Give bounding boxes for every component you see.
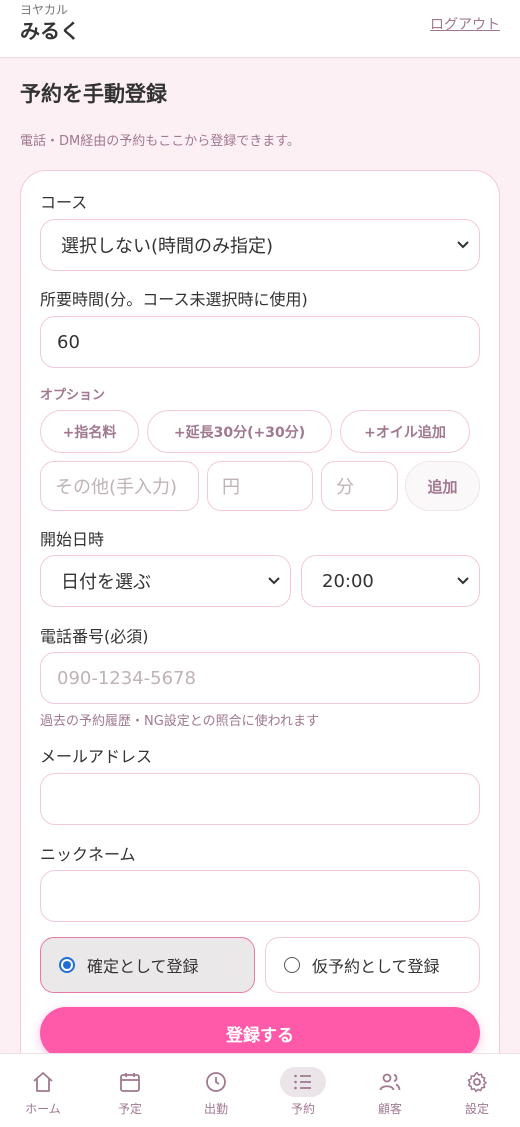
option-chip-extension[interactable]: +延長30分(+30分)	[147, 410, 332, 453]
nav-schedule-label: 予定	[117, 1102, 142, 1116]
duration-input[interactable]: 60	[40, 316, 480, 368]
calendar-icon	[120, 1073, 140, 1092]
chevron-down-icon	[268, 577, 280, 585]
time-select[interactable]: 20:00	[301, 555, 480, 607]
radio-unselected-icon	[284, 957, 300, 973]
date-select-value: 日付を選ぶ	[61, 572, 151, 593]
bottom-nav: ホーム 予定 出勤 予約 顧客 設定	[0, 1053, 520, 1127]
page-subtitle: 電話・DM経由の予約もここから登録できます。	[20, 134, 300, 149]
users-icon	[379, 1073, 401, 1091]
date-select[interactable]: 日付を選ぶ	[40, 555, 291, 607]
radio-tentative[interactable]: 仮予約として登録	[265, 937, 480, 993]
custom-option-name-input[interactable]: その他(手入力)	[40, 461, 199, 511]
duration-value: 60	[57, 331, 80, 353]
nickname-input[interactable]	[40, 870, 480, 922]
nav-customers-label: 顧客	[377, 1102, 402, 1116]
add-option-button[interactable]: 追加	[405, 461, 480, 511]
email-label: メールアドレス	[40, 747, 153, 766]
radio-confirmed[interactable]: 確定として登録	[40, 937, 255, 993]
nav-attendance-label: 出勤	[203, 1102, 228, 1116]
option-chip-shimei[interactable]: +指名料	[40, 410, 139, 453]
nav-settings[interactable]: 設定	[434, 1054, 520, 1127]
list-icon	[294, 1074, 311, 1090]
nav-attendance[interactable]: 出勤	[173, 1054, 259, 1127]
option-chip-oil[interactable]: +オイル追加	[340, 410, 470, 453]
app-header: ヨヤカル みるく ログアウト	[0, 0, 520, 58]
course-select[interactable]: 選択しない(時間のみ指定)	[40, 219, 480, 271]
duration-label: 所要時間(分。コース未選択時に使用)	[40, 290, 308, 309]
nav-reservations-label: 予約	[290, 1102, 315, 1116]
page-title: 予約を手動登録	[20, 82, 167, 106]
nav-schedule[interactable]: 予定	[87, 1054, 173, 1127]
gear-icon	[467, 1071, 487, 1093]
radio-selected-icon	[59, 957, 75, 973]
radio-tentative-label: 仮予約として登録	[312, 957, 440, 976]
phone-input[interactable]: 090-1234-5678	[40, 652, 480, 704]
phone-label: 電話番号(必須)	[40, 627, 149, 646]
nav-settings-label: 設定	[464, 1102, 489, 1116]
phone-hint: 過去の予約履歴・NG設定との照合に使われます	[40, 714, 320, 729]
chevron-down-icon	[457, 577, 469, 585]
nav-home-label: ホーム	[25, 1102, 61, 1116]
home-icon	[33, 1072, 53, 1092]
radio-confirmed-label: 確定として登録	[87, 957, 199, 976]
phone-placeholder: 090-1234-5678	[57, 667, 196, 689]
nav-reservations[interactable]: 予約	[260, 1054, 346, 1127]
submit-button[interactable]: 登録する	[40, 1007, 480, 1059]
course-select-value: 選択しない(時間のみ指定)	[61, 236, 274, 257]
custom-option-price-input[interactable]: 円	[207, 461, 313, 511]
options-label: オプション	[40, 388, 106, 403]
custom-option-minutes-input[interactable]: 分	[321, 461, 398, 511]
clock-icon	[206, 1072, 226, 1092]
chevron-down-icon	[457, 241, 469, 249]
nav-customers[interactable]: 顧客	[347, 1054, 433, 1127]
course-label: コース	[40, 193, 88, 212]
time-select-value: 20:00	[322, 570, 374, 592]
email-input[interactable]	[40, 773, 480, 825]
start-datetime-label: 開始日時	[40, 530, 105, 549]
brand-name: みるく	[20, 19, 80, 43]
logout-link[interactable]: ログアウト	[430, 14, 500, 34]
nav-home[interactable]: ホーム	[0, 1054, 86, 1127]
nickname-label: ニックネーム	[40, 845, 136, 864]
